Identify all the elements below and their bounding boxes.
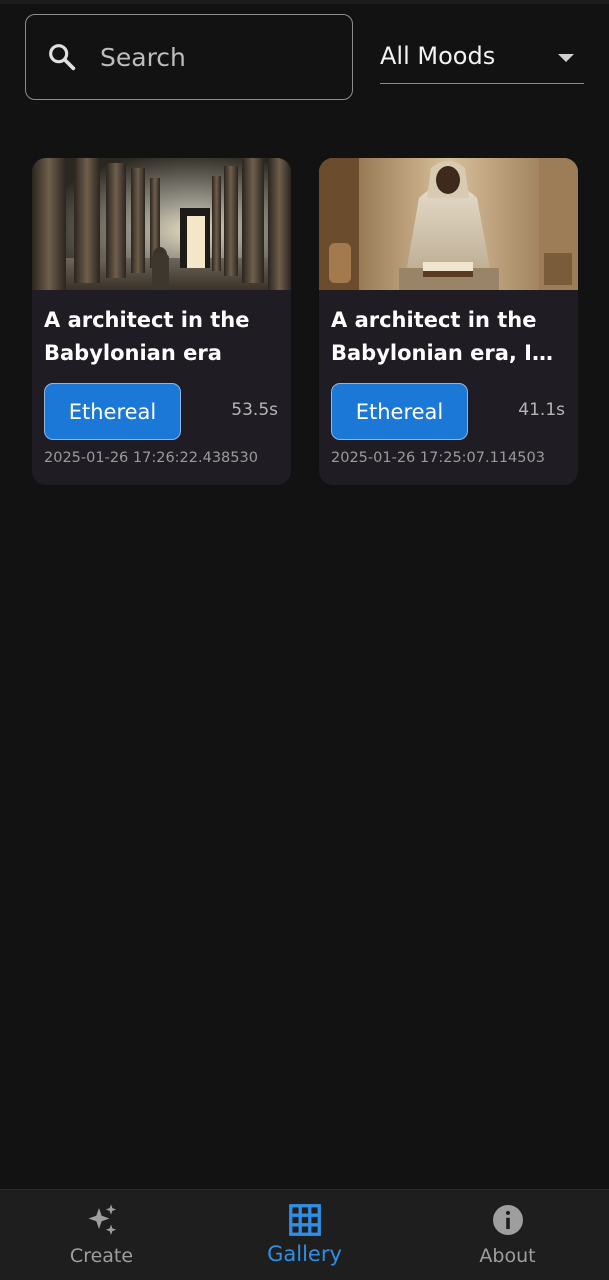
mood-filter-dropdown[interactable]: All Moods	[380, 30, 584, 84]
generation-duration: 41.1s	[518, 400, 565, 420]
sparkles-icon	[88, 1204, 117, 1235]
card-title: A architect in the Babylonian era	[44, 308, 250, 365]
card-thumbnail	[319, 158, 578, 290]
created-timestamp: 2025-01-26 17:25:07.114503	[331, 450, 545, 466]
gallery-card[interactable]: A architect in the Babylonian era, I wa……	[319, 158, 578, 485]
nav-label-create: Create	[69, 1245, 134, 1267]
gallery-card[interactable]: A architect in the Babylonian era Ethere…	[32, 158, 291, 485]
nav-item-gallery[interactable]: Gallery	[203, 1190, 406, 1280]
info-icon	[493, 1205, 523, 1235]
nav-label-about: About	[479, 1245, 536, 1267]
bottom-navigation: Create Gallery About	[0, 1189, 609, 1280]
nav-label-gallery: Gallery	[267, 1242, 342, 1266]
nav-item-about[interactable]: About	[406, 1190, 609, 1280]
generation-duration: 53.5s	[231, 400, 278, 420]
scholar-portrait-image	[319, 158, 578, 290]
status-bar-strip	[0, 0, 609, 4]
grid-icon	[289, 1204, 321, 1236]
temple-hall-image	[32, 158, 291, 290]
mood-chip[interactable]: Ethereal	[331, 383, 468, 440]
search-input[interactable]	[100, 37, 340, 77]
mood-chip[interactable]: Ethereal	[44, 383, 181, 440]
search-field[interactable]	[25, 14, 353, 100]
created-timestamp: 2025-01-26 17:26:22.438530	[44, 450, 258, 466]
app-root: All Moods	[0, 0, 609, 1280]
mood-filter-value: All Moods	[380, 42, 496, 70]
card-title: A architect in the Babylonian era, I wa…	[331, 308, 537, 365]
card-thumbnail	[32, 158, 291, 290]
search-icon	[49, 44, 76, 71]
nav-item-create[interactable]: Create	[0, 1190, 203, 1280]
caret-down-icon	[558, 54, 574, 62]
